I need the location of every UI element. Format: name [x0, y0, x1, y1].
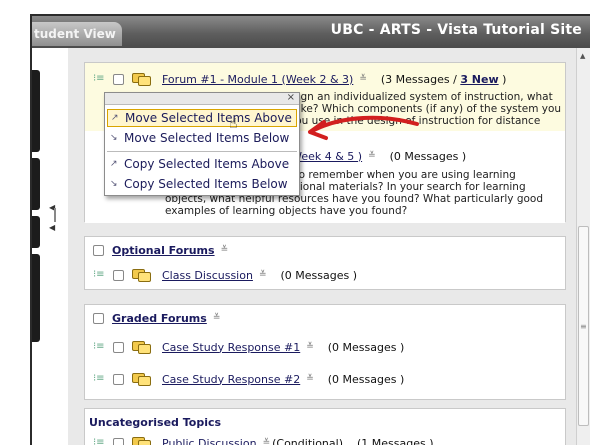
- left-edge-segment: [32, 216, 40, 248]
- sort-icon[interactable]: ≚: [263, 438, 271, 445]
- category-header: Graded Forums ≚: [85, 309, 220, 327]
- forum-row: ⁝≡ Case Study Response #1 ≚ (0 Messages …: [85, 337, 404, 357]
- scroll-up-icon[interactable]: ▲: [580, 52, 585, 60]
- scroll-thumb[interactable]: ≡: [578, 226, 589, 426]
- left-collapse-column: ◀ ◀: [32, 48, 68, 445]
- menu-titlebar: ×: [105, 92, 299, 105]
- forum-description-line: ructional materials? In your search for …: [279, 181, 526, 193]
- condition-label: (Conditional): [272, 436, 343, 445]
- forum-icon: [132, 371, 152, 387]
- forum-link[interactable]: Forum #1 - Module 1 (Week 2 & 3): [162, 73, 353, 86]
- message-count: (0 Messages ): [327, 372, 405, 386]
- menu-item-label: Move Selected Items Below: [124, 131, 290, 145]
- hand-cursor-icon: ☝: [229, 116, 238, 132]
- left-edge-segment: [32, 70, 40, 152]
- left-edge-segment: [32, 158, 40, 210]
- category-header: Uncategorised Topics: [85, 413, 221, 431]
- copy-up-icon: ↗: [110, 159, 118, 169]
- forum-icon: [132, 267, 152, 283]
- splitter-bar[interactable]: [54, 208, 56, 222]
- move-up-icon: ↗: [111, 113, 119, 123]
- drag-handle-icon[interactable]: ⁝≡: [93, 269, 105, 281]
- drag-handle-icon[interactable]: ⁝≡: [93, 437, 105, 445]
- select-checkbox[interactable]: [113, 341, 124, 353]
- forum-row: ⁝≡ Forum #1 - Module 1 (Week 2 & 3) ≚ (3…: [85, 69, 506, 89]
- collapse-left-icon[interactable]: ◀: [49, 223, 55, 232]
- graded-forums-panel: Graded Forums ≚ ⁝≡ Case Study Response #…: [84, 304, 566, 400]
- forum-link[interactable]: Case Study Response #2: [162, 373, 300, 386]
- forum-link[interactable]: Class Discussion: [162, 269, 253, 282]
- select-checkbox[interactable]: [113, 73, 124, 85]
- scroll-grip-icon: ≡: [580, 322, 587, 331]
- forum-link[interactable]: Case Study Response #1: [162, 341, 300, 354]
- sort-icon[interactable]: ≚: [221, 245, 229, 255]
- sort-icon[interactable]: ≚: [259, 270, 267, 280]
- sort-icon[interactable]: ≚: [359, 74, 367, 84]
- move-down-icon: ↘: [110, 133, 118, 143]
- category-title: Uncategorised Topics: [89, 415, 222, 429]
- forum-row: ⁝≡ Case Study Response #2 ≚ (0 Messages …: [85, 369, 404, 389]
- menu-separator: [107, 151, 297, 152]
- uncategorised-topics-panel: Uncategorised Topics ⁝≡ Public Discussio…: [84, 408, 566, 445]
- forum-row: ⁝≡ Public Discussion ≚ (Conditional) (1 …: [85, 433, 434, 445]
- menu-item-label: Copy Selected Items Below: [124, 177, 288, 191]
- select-checkbox[interactable]: [113, 269, 124, 281]
- menu-item-move-below[interactable]: ↘ Move Selected Items Below: [107, 129, 297, 147]
- vertical-scrollbar[interactable]: ▲ ≡: [576, 48, 590, 445]
- message-count: (3 Messages / 3 New ): [380, 72, 507, 86]
- sort-icon[interactable]: ≚: [306, 342, 314, 352]
- select-checkbox[interactable]: [93, 244, 104, 256]
- forum-description-line: design an individualized system of instr…: [279, 91, 553, 103]
- message-count: (0 Messages ): [280, 268, 358, 282]
- category-header: Optional Forums ≚: [85, 241, 228, 259]
- sort-icon[interactable]: ≚: [213, 313, 221, 323]
- sort-icon[interactable]: ≚: [306, 374, 314, 384]
- menu-item-move-above[interactable]: ↗ Move Selected Items Above: [107, 109, 297, 127]
- select-checkbox[interactable]: [93, 312, 104, 324]
- forum-row: ⁝≡ Class Discussion ≚ (0 Messages ): [85, 265, 357, 285]
- message-count: (1 Messages ): [356, 436, 434, 445]
- student-view-tab[interactable]: tudent View: [32, 22, 122, 46]
- sort-icon[interactable]: ≚: [368, 151, 376, 161]
- category-title[interactable]: Graded Forums: [112, 312, 207, 325]
- browser-frame: tudent View UBC - ARTS - Vista Tutorial …: [30, 14, 590, 445]
- left-edge-segment: [32, 254, 40, 342]
- forum-icon: [132, 435, 152, 445]
- menu-item-label: Move Selected Items Above: [125, 111, 292, 125]
- select-checkbox[interactable]: [113, 373, 124, 385]
- drag-handle-icon[interactable]: ⁝≡: [93, 341, 105, 353]
- optional-forums-panel: Optional Forums ≚ ⁝≡ Class Discussion ≚ …: [84, 236, 566, 290]
- menu-item-copy-above[interactable]: ↗ Copy Selected Items Above: [107, 155, 297, 173]
- site-title: UBC - ARTS - Vista Tutorial Site: [330, 22, 582, 38]
- menu-item-copy-below[interactable]: ↘ Copy Selected Items Below: [107, 175, 297, 193]
- forum-link[interactable]: Public Discussion: [162, 437, 257, 445]
- forum-icon: [132, 71, 152, 87]
- forum-icon: [132, 339, 152, 355]
- reorder-context-menu: × ↗ Move Selected Items Above ↘ Move Sel…: [104, 92, 300, 196]
- select-checkbox[interactable]: [113, 437, 124, 445]
- forum-description-line: gs to remember when you are using learni…: [279, 169, 516, 181]
- annotation-arrow: [308, 115, 419, 140]
- forum-description-line: examples of learning objects have you fo…: [165, 205, 408, 217]
- close-icon[interactable]: ×: [287, 92, 295, 103]
- menu-item-label: Copy Selected Items Above: [124, 157, 290, 171]
- copy-down-icon: ↘: [110, 179, 118, 189]
- new-messages-link[interactable]: 3 New: [460, 73, 498, 86]
- top-bar: tudent View UBC - ARTS - Vista Tutorial …: [32, 16, 590, 48]
- drag-handle-icon[interactable]: ⁝≡: [93, 373, 105, 385]
- category-title[interactable]: Optional Forums: [112, 244, 215, 257]
- drag-handle-icon[interactable]: ⁝≡: [93, 73, 105, 85]
- message-count: (0 Messages ): [327, 340, 405, 354]
